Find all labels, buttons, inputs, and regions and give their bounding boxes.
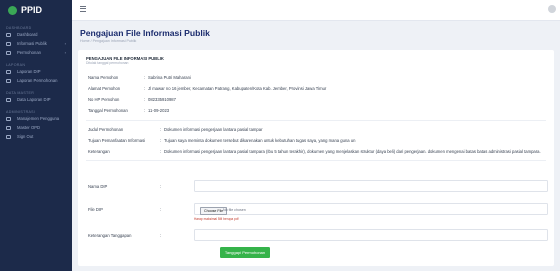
sidebar-item-laporan-permohonan[interactable]: Laporan Permohonan [0,76,72,85]
sidebar-item-informasi-publik[interactable]: Informasi Publik › [0,39,72,48]
dashboard-icon [6,32,11,37]
separator: : [160,207,162,212]
sidebar-item-dashboard[interactable]: Dashboard [0,30,72,39]
sidebar-item-label: Manajemen Pengguna [17,116,60,121]
separator: : [144,86,146,91]
no-hp-value: 082335910987 [148,97,176,102]
nama-pemohon-value: Sabrina Putri Maharani [148,75,191,80]
judul-permohonan-label: Judul Permohonan [88,127,124,132]
brand[interactable]: PPID [0,0,72,20]
separator: : [144,75,146,80]
divider [86,160,546,161]
report-icon [6,78,11,83]
file-dip-label: File DIP [88,207,103,212]
judul-permohonan-value: Dokumen informasi pengerjaan lantara pas… [164,127,263,132]
sidebar: PPID Dashboard Dashboard Informasi Publi… [0,0,72,271]
nama-dip-input[interactable] [194,180,548,192]
chevron-right-icon: › [64,50,66,55]
sidebar-item-label: Laporan DIP [17,69,41,74]
alamat-pemohon-value: Jl mawar no 16 jember, Kecamatan Patrang… [148,86,327,91]
tujuan-pemanfaatan-label: Tujuan Pemanfaatan Informasi [88,138,146,143]
inbox-icon [6,50,11,55]
sidebar-section-dashboard: Dashboard [6,26,32,30]
keterangan-label: Keterangan [88,149,110,154]
sidebar-item-permohonan[interactable]: Permohonan › [0,48,72,57]
brand-name: PPID [21,5,43,15]
menu-toggle-icon[interactable] [80,6,86,13]
sidebar-item-laporan-dip[interactable]: Laporan DIP [0,67,72,76]
report-icon [6,69,11,74]
tanggapi-permohonan-button[interactable]: Tanggapi Permohonan [220,247,270,258]
page-title: Pengajuan File Informasi Publik [80,28,210,38]
sidebar-item-label: Dashboard [17,32,38,37]
sidebar-item-label: Permohonan [17,50,41,55]
sidebar-item-label: Laporan Permohonan [17,78,58,83]
separator: : [160,233,162,238]
sidebar-item-sign-out[interactable]: Sign Out [0,132,72,141]
sidebar-item-master-opd[interactable]: Master OPD [0,123,72,132]
file-dip-input[interactable]: Choose File No file chosen [194,203,548,215]
sidebar-section-laporan: Laporan [6,63,26,67]
sidebar-section-administrasi: Administrasi [6,110,36,114]
sidebar-item-data-laporan-dip[interactable]: Data Laporan DIP [0,95,72,104]
sidebar-item-label: Sign Out [17,134,34,139]
separator: : [144,108,146,113]
separator: : [160,127,162,132]
topbar [72,0,560,21]
folder-icon [6,41,11,46]
sidebar-item-label: Master OPD [17,125,41,130]
page-header: Pengajuan File Informasi Publik Home / P… [72,20,560,50]
breadcrumb[interactable]: Home / Pengajuan Informasi Publik [80,39,136,43]
sidebar-section-data-master: Data Master [6,91,35,95]
separator: : [144,97,146,102]
file-status-text: No file chosen [223,208,246,213]
sign-out-icon [6,134,11,139]
database-icon [6,97,11,102]
separator: : [160,184,162,189]
separator: : [160,149,162,154]
tanggal-permohonan-label: Tanggal Permohonan [88,108,128,113]
card-subtitle: Ditolak tanggal permohonan [86,61,129,65]
file-help-text: Harap maksimal 5M berupa pdf [194,217,239,221]
nama-dip-label: Nama DIP [88,184,108,189]
sidebar-item-label: Data Laporan DIP [17,97,51,102]
no-hp-label: No HP Pemohon [88,97,120,102]
separator: : [160,138,162,143]
logo-icon [8,5,17,15]
tujuan-pemanfaatan-value: Tujuan saya meminta dokumen tersebut dik… [164,138,356,143]
request-card: PENGAJUAN FILE INFORMASI PUBLIK Ditolak … [78,50,554,266]
sidebar-item-label: Informasi Publik [17,41,47,46]
user-avatar[interactable] [548,5,556,13]
keterangan-value: Dokumen informasi pengerjaan lantara pas… [164,149,541,154]
sidebar-item-manajemen-pengguna[interactable]: Manajemen Pengguna [0,114,72,123]
alamat-pemohon-label: Alamat Pemohon [88,86,121,91]
divider [86,120,546,121]
chevron-right-icon: › [64,41,66,46]
building-icon [6,125,11,130]
user-icon [6,116,11,121]
keterangan-tanggapan-input[interactable] [194,229,548,241]
keterangan-tanggapan-label: Keterangan Tanggapan [88,233,132,238]
nama-pemohon-label: Nama Pemohon [88,75,119,80]
tanggal-permohonan-value: 11-09-2023 [148,108,170,113]
